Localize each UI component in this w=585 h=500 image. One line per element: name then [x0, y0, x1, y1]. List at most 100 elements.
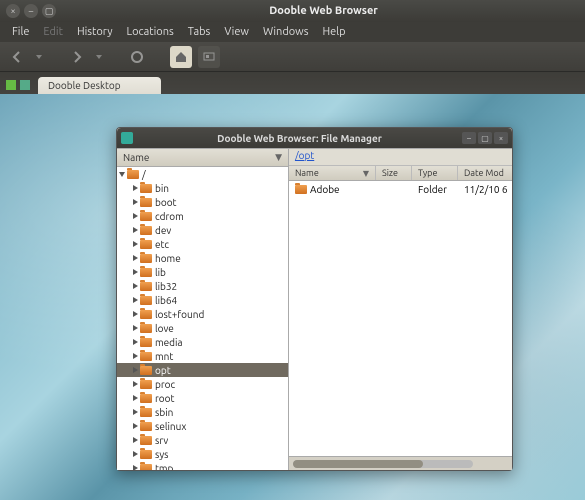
fm-horizontal-scrollbar[interactable] — [289, 456, 512, 470]
toolbar — [0, 42, 585, 72]
detail-pane: /opt Name▼ Size Type Date Mod AdobeFolde… — [289, 149, 512, 470]
tree-row-selinux[interactable]: selinux — [117, 419, 288, 433]
tree-row-etc[interactable]: etc — [117, 237, 288, 251]
folder-icon — [295, 185, 307, 194]
expand-icon — [133, 241, 138, 247]
menu-history[interactable]: History — [71, 24, 119, 40]
detail-header: Name▼ Size Type Date Mod — [289, 165, 512, 181]
detail-row[interactable]: AdobeFolder11/2/10 6 — [289, 181, 512, 197]
window-minimize-button[interactable]: – — [24, 4, 38, 18]
folder-icon — [140, 310, 152, 319]
tree-list[interactable]: /binbootcdromdevetchomeliblib32lib64lost… — [117, 167, 288, 470]
tab-new-icon[interactable] — [6, 80, 16, 90]
folder-icon — [140, 338, 152, 347]
nav-forward-dropdown[interactable] — [94, 46, 104, 68]
tree-row-tmp[interactable]: tmp — [117, 461, 288, 470]
expand-icon — [133, 227, 138, 233]
menu-windows[interactable]: Windows — [257, 24, 315, 40]
col-size[interactable]: Size — [376, 166, 412, 180]
tree-row-sbin[interactable]: sbin — [117, 405, 288, 419]
tree-row-love[interactable]: love — [117, 321, 288, 335]
tree-pane: Name ▼ /binbootcdromdevetchomeliblib32li… — [117, 149, 289, 470]
expand-icon — [133, 437, 138, 443]
tree-sort-icon: ▼ — [275, 152, 282, 163]
folder-icon — [140, 254, 152, 263]
fm-minimize-button[interactable]: – — [462, 132, 476, 144]
fm-titlebar[interactable]: Dooble Web Browser: File Manager – ▢ × — [117, 128, 512, 148]
tree-row-lib32[interactable]: lib32 — [117, 279, 288, 293]
expand-icon — [133, 185, 138, 191]
expand-icon — [133, 213, 138, 219]
expand-icon — [133, 199, 138, 205]
folder-icon — [140, 352, 152, 361]
expand-icon — [133, 269, 138, 275]
folder-icon — [140, 240, 152, 249]
expand-icon — [133, 367, 138, 373]
fm-maximize-button[interactable]: ▢ — [478, 132, 492, 144]
folder-icon — [140, 394, 152, 403]
folder-icon — [140, 450, 152, 459]
menu-edit: Edit — [37, 24, 69, 40]
folder-icon — [140, 268, 152, 277]
col-type[interactable]: Type — [412, 166, 458, 180]
menu-file[interactable]: File — [6, 24, 35, 40]
expand-icon — [133, 423, 138, 429]
expand-icon — [133, 325, 138, 331]
tree-row-cdrom[interactable]: cdrom — [117, 209, 288, 223]
tree-row-srv[interactable]: srv — [117, 433, 288, 447]
detail-list[interactable]: AdobeFolder11/2/10 6 — [289, 181, 512, 456]
tree-row-home[interactable]: home — [117, 251, 288, 265]
tree-row-lostfound[interactable]: lost+found — [117, 307, 288, 321]
expand-icon — [133, 283, 138, 289]
nav-back-dropdown[interactable] — [34, 46, 44, 68]
main-titlebar: × – ▢ Dooble Web Browser — [0, 0, 585, 22]
tree-row-media[interactable]: media — [117, 335, 288, 349]
folder-icon — [140, 464, 152, 471]
tree-row-mnt[interactable]: mnt — [117, 349, 288, 363]
file-manager-window: Dooble Web Browser: File Manager – ▢ × N… — [116, 127, 513, 471]
col-date[interactable]: Date Mod — [458, 166, 512, 180]
expand-icon — [133, 339, 138, 345]
expand-icon — [133, 297, 138, 303]
menu-view[interactable]: View — [218, 24, 255, 40]
expand-icon — [133, 451, 138, 457]
folder-icon — [140, 408, 152, 417]
menubar: FileEditHistoryLocationsTabsViewWindowsH… — [0, 22, 585, 42]
tree-row-opt[interactable]: opt — [117, 363, 288, 377]
tabstrip: Dooble Desktop — [0, 72, 585, 94]
path-link[interactable]: /opt — [295, 150, 314, 161]
nav-forward-button[interactable] — [66, 46, 88, 68]
expand-icon — [133, 311, 138, 317]
tree-row-root[interactable]: / — [117, 167, 288, 181]
window-maximize-button[interactable]: ▢ — [42, 4, 56, 18]
folder-icon — [140, 436, 152, 445]
expand-icon — [133, 381, 138, 387]
tree-row-boot[interactable]: boot — [117, 195, 288, 209]
folder-icon — [140, 282, 152, 291]
tree-row-lib64[interactable]: lib64 — [117, 293, 288, 307]
fm-close-button[interactable]: × — [494, 132, 508, 144]
tree-row-lib[interactable]: lib — [117, 265, 288, 279]
tree-row-bin[interactable]: bin — [117, 181, 288, 195]
tree-row-proc[interactable]: proc — [117, 377, 288, 391]
fm-app-icon — [121, 132, 133, 144]
folder-icon — [140, 324, 152, 333]
nav-back-button[interactable] — [6, 46, 28, 68]
menu-tabs[interactable]: Tabs — [182, 24, 217, 40]
tree-row-sys[interactable]: sys — [117, 447, 288, 461]
folder-icon — [140, 212, 152, 221]
reload-button[interactable] — [126, 46, 148, 68]
col-name[interactable]: Name▼ — [289, 166, 376, 180]
home-button[interactable] — [170, 46, 192, 68]
menu-help[interactable]: Help — [317, 24, 352, 40]
tree-row-dev[interactable]: dev — [117, 223, 288, 237]
tree-header[interactable]: Name ▼ — [117, 149, 288, 167]
tab-list-icon[interactable] — [20, 80, 30, 90]
tree-row-root[interactable]: root — [117, 391, 288, 405]
folder-icon — [140, 422, 152, 431]
path-bar: /opt — [289, 149, 512, 165]
desktop-button[interactable] — [198, 46, 220, 68]
tab-dooble-desktop[interactable]: Dooble Desktop — [38, 77, 161, 94]
menu-locations[interactable]: Locations — [121, 24, 180, 40]
window-close-button[interactable]: × — [6, 4, 20, 18]
